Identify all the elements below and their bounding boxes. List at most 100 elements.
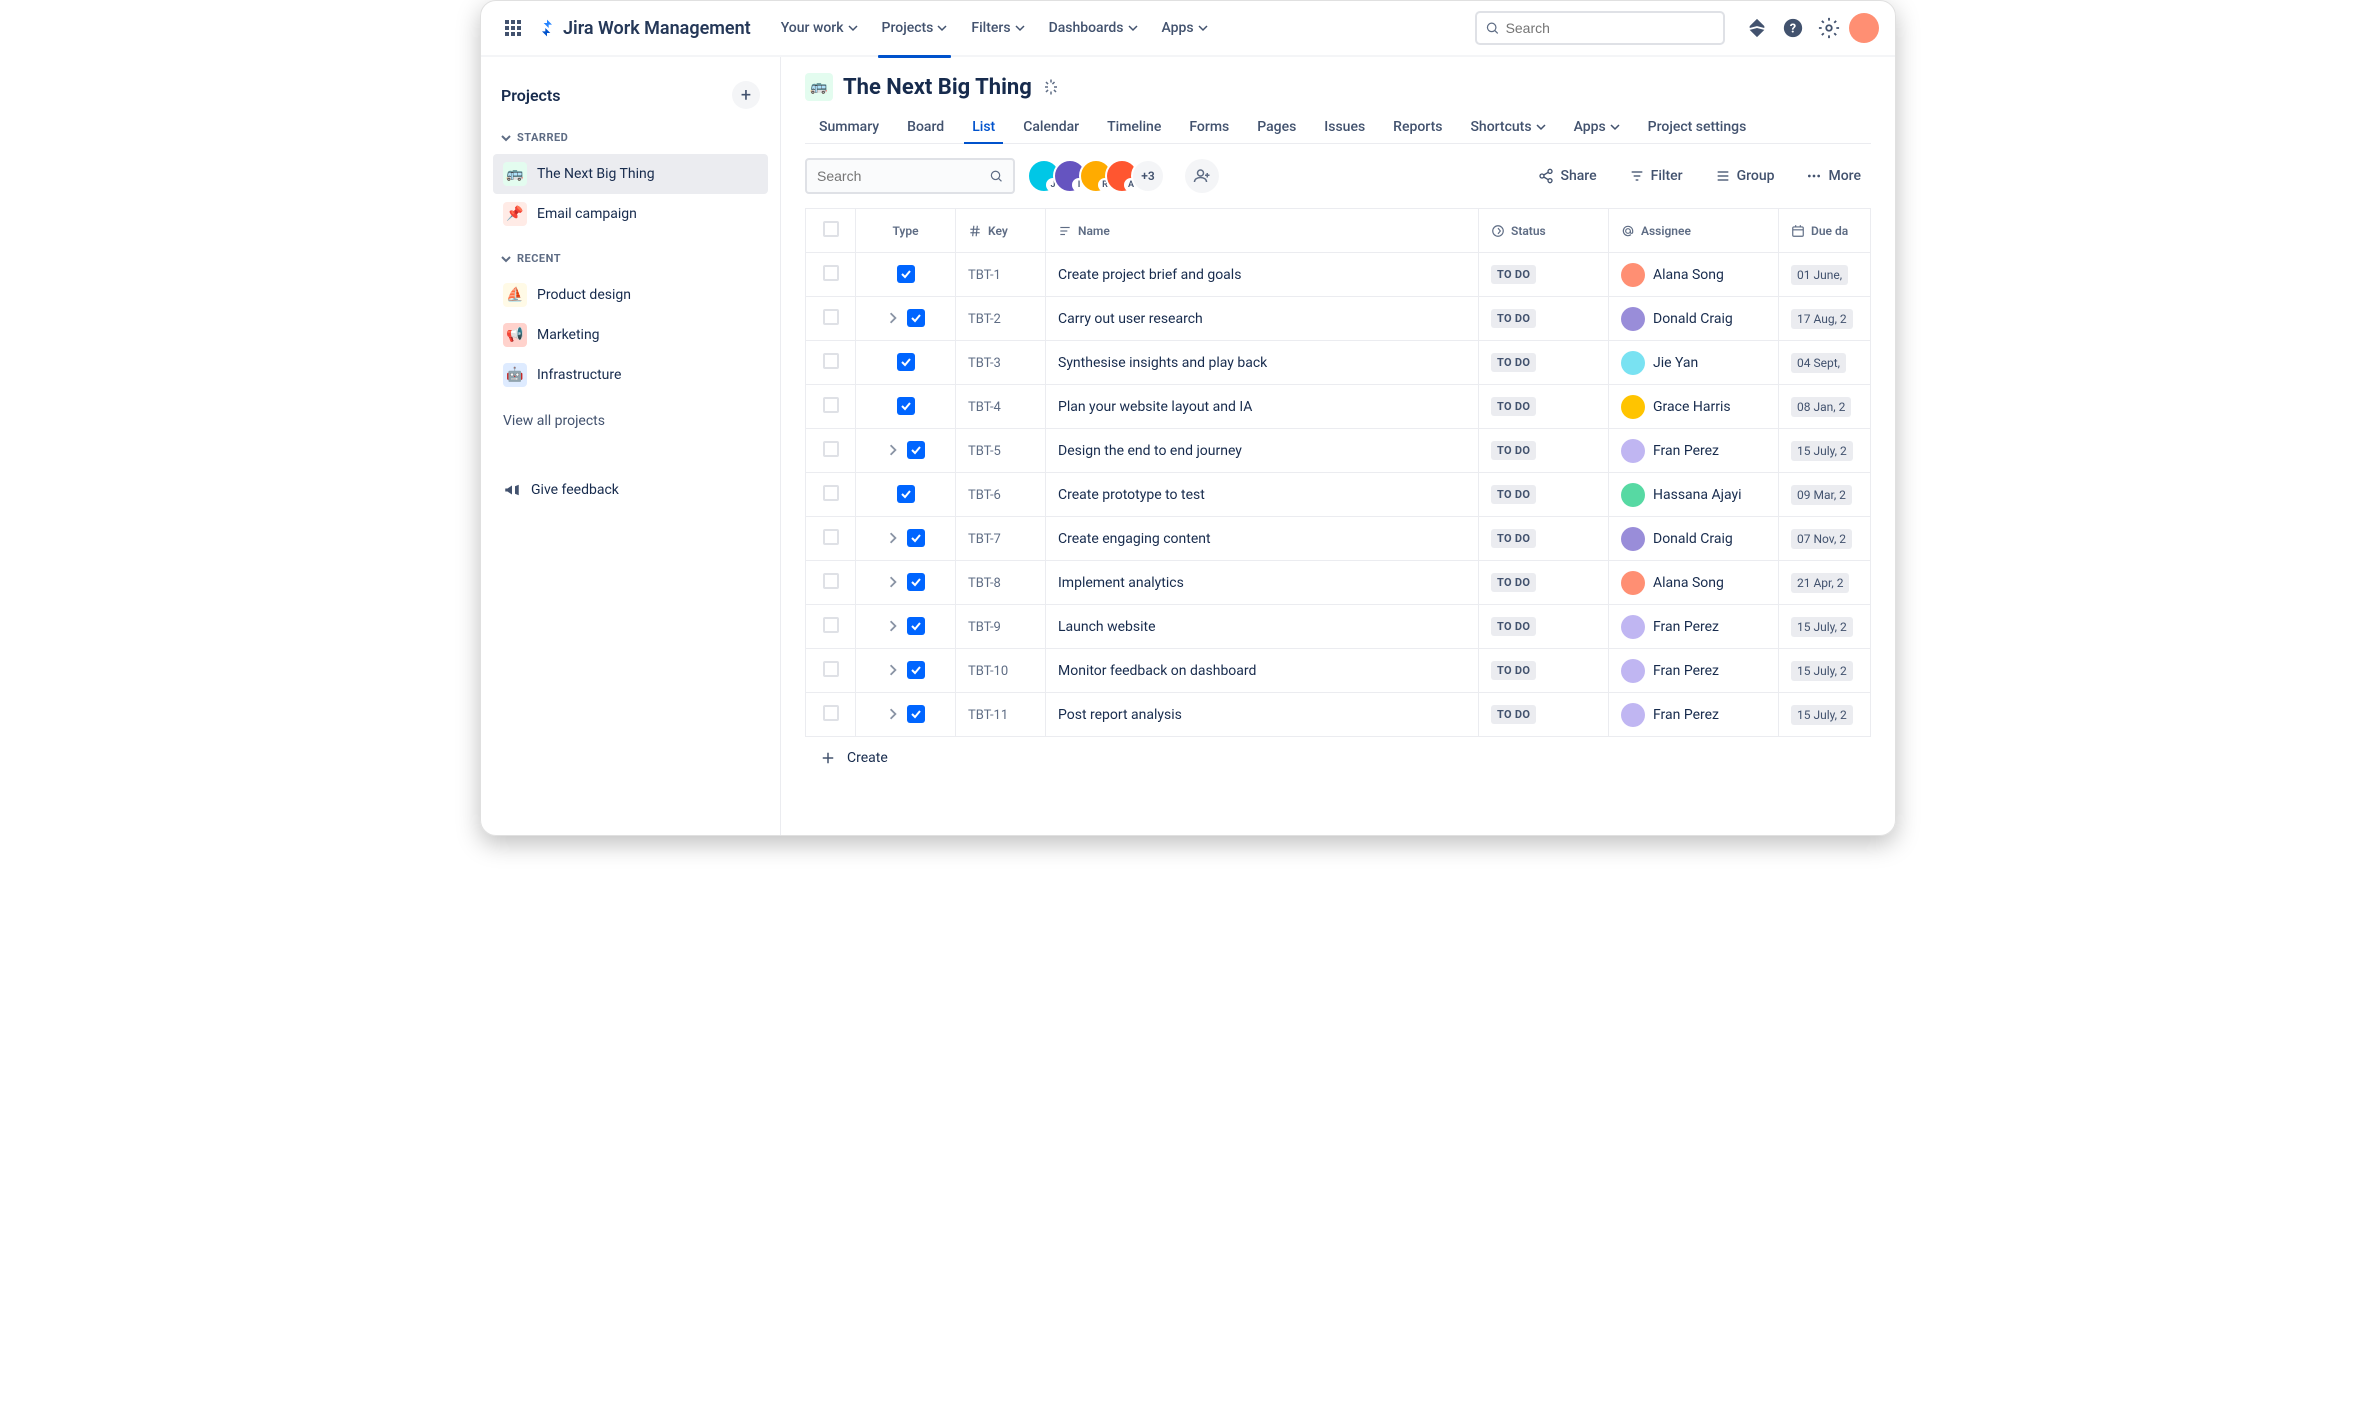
- search-input[interactable]: [1506, 20, 1715, 36]
- tab-shortcuts[interactable]: Shortcuts: [1456, 111, 1559, 143]
- tab-list[interactable]: List: [958, 111, 1009, 143]
- key-cell[interactable]: TBT-10: [956, 649, 1046, 693]
- filter-button[interactable]: Filter: [1619, 162, 1693, 190]
- table-row[interactable]: TBT-11Post report analysisTO DOFran Pere…: [806, 693, 1871, 737]
- table-row[interactable]: TBT-1Create project brief and goalsTO DO…: [806, 253, 1871, 297]
- assignee-cell[interactable]: Alana Song: [1609, 253, 1779, 297]
- name-cell[interactable]: Post report analysis: [1046, 693, 1479, 737]
- expand-icon[interactable]: [887, 576, 899, 588]
- share-button[interactable]: Share: [1528, 162, 1606, 190]
- key-cell[interactable]: TBT-2: [956, 297, 1046, 341]
- due-date-cell[interactable]: 07 Nov, 2: [1779, 517, 1871, 561]
- assignee-cell[interactable]: Fran Perez: [1609, 693, 1779, 737]
- table-row[interactable]: TBT-10Monitor feedback on dashboardTO DO…: [806, 649, 1871, 693]
- expand-icon[interactable]: [887, 532, 899, 544]
- assignee-cell[interactable]: Hassana Ajayi: [1609, 473, 1779, 517]
- name-cell[interactable]: Design the end to end journey: [1046, 429, 1479, 473]
- col-due-date[interactable]: Due da: [1779, 209, 1871, 253]
- status-cell[interactable]: TO DO: [1479, 605, 1609, 649]
- select-cell[interactable]: [806, 693, 856, 737]
- expand-icon[interactable]: [887, 708, 899, 720]
- product-logo[interactable]: Jira Work Management: [537, 18, 751, 39]
- table-row[interactable]: TBT-6Create prototype to testTO DOHassan…: [806, 473, 1871, 517]
- group-button[interactable]: Group: [1705, 162, 1785, 190]
- assignee-cell[interactable]: Fran Perez: [1609, 429, 1779, 473]
- type-cell[interactable]: [856, 649, 956, 693]
- tab-pages[interactable]: Pages: [1243, 111, 1310, 143]
- key-cell[interactable]: TBT-4: [956, 385, 1046, 429]
- status-cell[interactable]: TO DO: [1479, 517, 1609, 561]
- key-cell[interactable]: TBT-3: [956, 341, 1046, 385]
- assignee-cell[interactable]: Grace Harris: [1609, 385, 1779, 429]
- col-key[interactable]: Key: [956, 209, 1046, 253]
- recent-section-toggle[interactable]: RECENT: [493, 246, 768, 271]
- name-cell[interactable]: Create project brief and goals: [1046, 253, 1479, 297]
- tab-summary[interactable]: Summary: [805, 111, 893, 143]
- expand-icon[interactable]: [887, 312, 899, 324]
- expand-icon[interactable]: [887, 664, 899, 676]
- name-cell[interactable]: Implement analytics: [1046, 561, 1479, 605]
- status-cell[interactable]: TO DO: [1479, 429, 1609, 473]
- expand-icon[interactable]: [887, 620, 899, 632]
- type-cell[interactable]: [856, 605, 956, 649]
- create-issue-button[interactable]: Create: [805, 737, 1871, 779]
- col-status[interactable]: Status: [1479, 209, 1609, 253]
- select-cell[interactable]: [806, 341, 856, 385]
- assignee-cell[interactable]: Jie Yan: [1609, 341, 1779, 385]
- status-cell[interactable]: TO DO: [1479, 297, 1609, 341]
- nav-apps[interactable]: Apps: [1152, 12, 1218, 44]
- table-row[interactable]: TBT-4Plan your website layout and IATO D…: [806, 385, 1871, 429]
- table-row[interactable]: TBT-5Design the end to end journeyTO DOF…: [806, 429, 1871, 473]
- due-date-cell[interactable]: 21 Apr, 2: [1779, 561, 1871, 605]
- type-cell[interactable]: [856, 429, 956, 473]
- due-date-cell[interactable]: 15 July, 2: [1779, 429, 1871, 473]
- type-cell[interactable]: [856, 253, 956, 297]
- assignee-cell[interactable]: Alana Song: [1609, 561, 1779, 605]
- add-project-button[interactable]: +: [732, 81, 760, 109]
- status-cell[interactable]: TO DO: [1479, 341, 1609, 385]
- add-people-button[interactable]: [1185, 159, 1219, 193]
- due-date-cell[interactable]: 17 Aug, 2: [1779, 297, 1871, 341]
- due-date-cell[interactable]: 15 July, 2: [1779, 693, 1871, 737]
- due-date-cell[interactable]: 04 Sept,: [1779, 341, 1871, 385]
- col-assignee[interactable]: Assignee: [1609, 209, 1779, 253]
- sidebar-item-infrastructure[interactable]: 🤖Infrastructure: [493, 355, 768, 395]
- sidebar-item-marketing[interactable]: 📢Marketing: [493, 315, 768, 355]
- status-cell[interactable]: TO DO: [1479, 561, 1609, 605]
- user-avatar[interactable]: [1849, 13, 1879, 43]
- due-date-cell[interactable]: 15 July, 2: [1779, 605, 1871, 649]
- tab-project-settings[interactable]: Project settings: [1634, 111, 1761, 143]
- tab-forms[interactable]: Forms: [1175, 111, 1243, 143]
- select-cell[interactable]: [806, 649, 856, 693]
- type-cell[interactable]: [856, 517, 956, 561]
- name-cell[interactable]: Monitor feedback on dashboard: [1046, 649, 1479, 693]
- due-date-cell[interactable]: 01 June,: [1779, 253, 1871, 297]
- select-cell[interactable]: [806, 297, 856, 341]
- select-cell[interactable]: [806, 605, 856, 649]
- sidebar-item-the-next-big-thing[interactable]: 🚌The Next Big Thing: [493, 154, 768, 194]
- list-search[interactable]: [805, 158, 1015, 194]
- status-cell[interactable]: TO DO: [1479, 649, 1609, 693]
- key-cell[interactable]: TBT-9: [956, 605, 1046, 649]
- name-cell[interactable]: Synthesise insights and play back: [1046, 341, 1479, 385]
- table-row[interactable]: TBT-2Carry out user researchTO DODonald …: [806, 297, 1871, 341]
- due-date-cell[interactable]: 08 Jan, 2: [1779, 385, 1871, 429]
- table-row[interactable]: TBT-8Implement analyticsTO DOAlana Song2…: [806, 561, 1871, 605]
- settings-icon[interactable]: [1813, 12, 1845, 44]
- view-all-projects[interactable]: View all projects: [493, 405, 768, 437]
- nav-projects[interactable]: Projects: [872, 12, 958, 44]
- app-switcher-icon[interactable]: [497, 12, 529, 44]
- select-cell[interactable]: [806, 473, 856, 517]
- status-cell[interactable]: TO DO: [1479, 473, 1609, 517]
- assignee-cell[interactable]: Fran Perez: [1609, 605, 1779, 649]
- key-cell[interactable]: TBT-11: [956, 693, 1046, 737]
- name-cell[interactable]: Create prototype to test: [1046, 473, 1479, 517]
- type-cell[interactable]: [856, 297, 956, 341]
- member-avatars[interactable]: J I R A +3: [1027, 159, 1165, 193]
- status-cell[interactable]: TO DO: [1479, 693, 1609, 737]
- sidebar-item-product-design[interactable]: ⛵Product design: [493, 275, 768, 315]
- assignee-cell[interactable]: Donald Craig: [1609, 517, 1779, 561]
- key-cell[interactable]: TBT-8: [956, 561, 1046, 605]
- nav-your-work[interactable]: Your work: [771, 12, 868, 44]
- sidebar-item-email-campaign[interactable]: 📌Email campaign: [493, 194, 768, 234]
